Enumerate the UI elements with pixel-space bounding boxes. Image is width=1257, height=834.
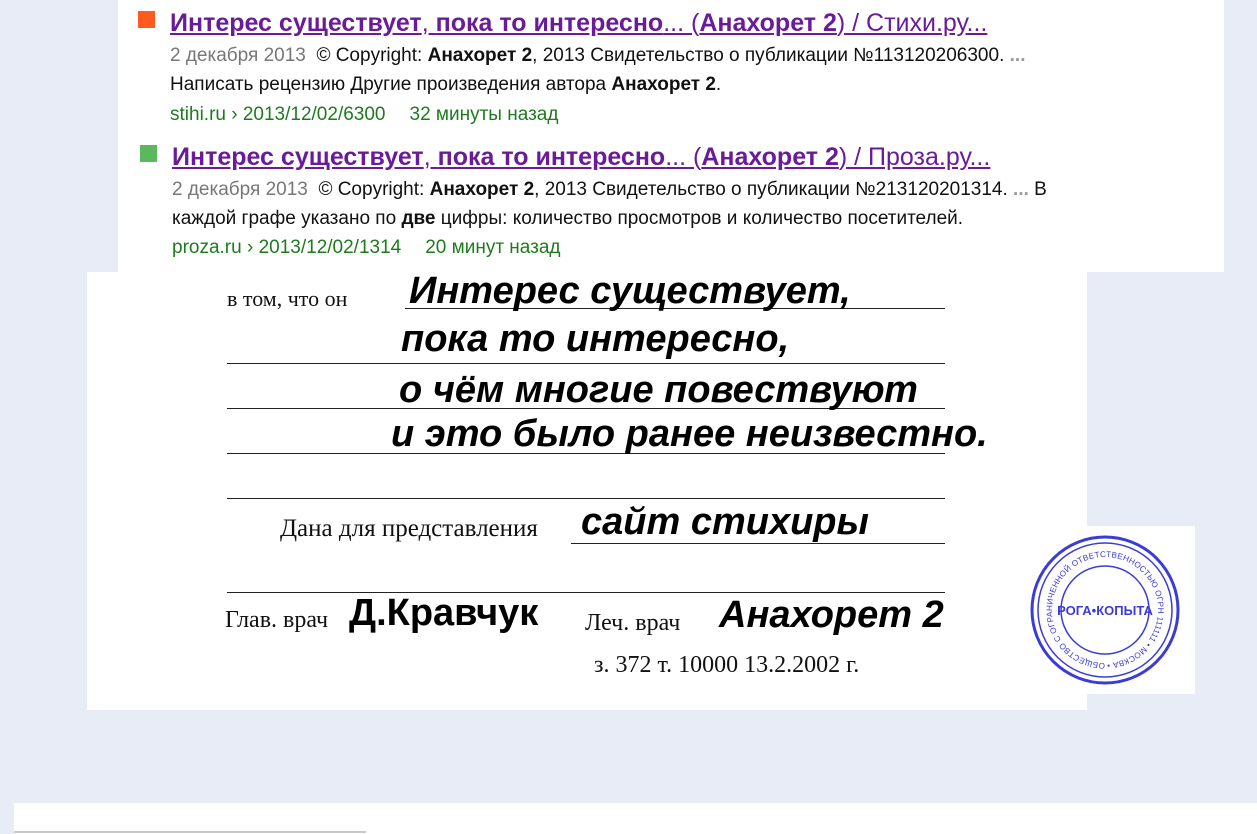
- result-url-link[interactable]: proza.ru › 2013/12/02/1314: [172, 237, 401, 258]
- round-seal-stamp: ОБЩЕСТВО С ОГРАНИЧЕННОЙ ОТВЕТСТВЕННОСТЬЮ…: [1030, 535, 1180, 685]
- form-rule: [227, 498, 945, 499]
- stamp-area: ОБЩЕСТВО С ОГРАНИЧЕННОЙ ОТВЕТСТВЕННОСТЬЮ…: [1016, 526, 1195, 694]
- handwritten-lech-vrach: Анахорет 2: [719, 594, 944, 636]
- result-url-link[interactable]: stihi.ru › 2013/12/02/6300: [170, 104, 386, 125]
- result-snippet-line-2: каждой графе указано по две цифры: колич…: [172, 208, 964, 229]
- result-url-line: proza.ru › 2013/12/02/1314 20 минут назад: [172, 236, 561, 260]
- result-marker-icon: [140, 145, 157, 162]
- result-age: 20 минут назад: [425, 237, 561, 258]
- result-snippet-line-1: 2 декабря 2013 © Copyright: Анахорет 2, …: [172, 179, 1047, 200]
- result-title-link[interactable]: Интерес существует, пока то интересно...…: [172, 142, 990, 172]
- label-v-tom: в том, что он: [227, 286, 348, 311]
- handwritten-line-4: и это было ранее неизвестно.: [391, 413, 988, 455]
- handwritten-line-1: Интерес существует,: [409, 270, 851, 312]
- search-results-panel: Интерес существует, пока то интересно...…: [118, 0, 1224, 272]
- result-date: 2 декабря 2013: [172, 179, 308, 200]
- document-footnote: з. 372 т. 10000 13.2.2002 г.: [594, 652, 860, 678]
- result-date: 2 декабря 2013: [170, 45, 306, 66]
- result-snippet-line-2: Написать рецензию Другие произведения ав…: [170, 74, 722, 95]
- certificate-document: в том, что он Интерес существует, пока т…: [87, 270, 1087, 710]
- form-rule: [227, 592, 945, 593]
- result-marker-icon: [138, 11, 155, 28]
- label-glav-vrach: Глав. врач: [225, 607, 329, 633]
- result-url-line: stihi.ru › 2013/12/02/6300 32 минуты наза…: [170, 103, 558, 127]
- result-title-link[interactable]: Интерес существует, пока то интересно...…: [170, 8, 987, 38]
- handwritten-line-2: пока то интересно,: [401, 318, 790, 360]
- footer-band: [14, 803, 1257, 834]
- handwritten-glav-vrach: Д.Кравчук: [349, 592, 539, 634]
- form-rule: [227, 363, 945, 364]
- result-snippet-line-1: 2 декабря 2013 © Copyright: Анахорет 2, …: [170, 45, 1026, 66]
- label-dana: Дана для представления: [280, 515, 538, 542]
- handwritten-line-3: о чём многие повествуют: [399, 369, 918, 411]
- handwritten-site: сайт стихиры: [581, 501, 869, 543]
- result-age: 32 минуты назад: [409, 104, 559, 125]
- footer-divider: [14, 831, 366, 833]
- label-lech-vrach: Леч. врач: [585, 610, 681, 636]
- stamp-center-text: РОГА•КОПЫТА: [1057, 603, 1153, 618]
